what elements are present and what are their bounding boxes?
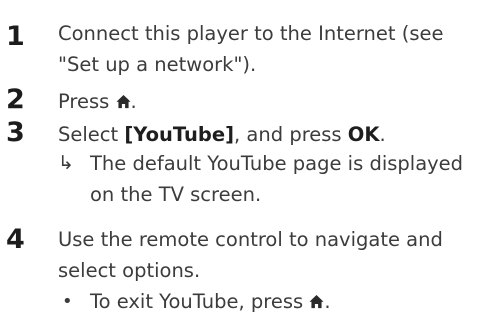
home-icon (116, 94, 131, 109)
step-number-1: 1 (6, 21, 25, 52)
step-3-text: Select [YouTube], and press OK. (58, 119, 386, 150)
step-2-text-before: Press (58, 90, 116, 113)
step-2-text-after: . (130, 90, 137, 113)
home-icon (309, 294, 324, 309)
bullet-icon: • (62, 291, 73, 312)
step-2-text: Press . (58, 86, 137, 117)
step-4-line-1: Use the remote control to navigate and (58, 228, 443, 251)
youtube-option-label: [YouTube] (124, 123, 235, 146)
step-3-mid: , and press (234, 123, 348, 146)
step-number-2: 2 (6, 84, 25, 115)
step-4-line-2: select options. (58, 259, 201, 282)
step-3-end: . (379, 123, 386, 146)
step-1-line-1: Connect this player to the Internet (see (58, 22, 444, 45)
step-4-bullet-text: To exit YouTube, press . (90, 286, 331, 317)
ok-button-label: OK (347, 123, 380, 146)
step-4-bullet-text-before: To exit YouTube, press (90, 290, 310, 313)
step-number-3: 3 (6, 117, 25, 148)
instruction-page: 1 Connect this player to the Internet (s… (0, 0, 481, 326)
step-3-result-line-2: on the TV screen. (90, 183, 262, 206)
step-number-4: 4 (6, 224, 25, 255)
step-3-result-line-1: The default YouTube page is displayed (90, 152, 464, 175)
step-3-select-word: Select (58, 123, 125, 146)
step-1-line-2: "Set up a network"). (58, 53, 257, 76)
result-arrow-icon: ↳ (58, 152, 74, 174)
step-4-bullet-text-after: . (324, 290, 331, 313)
